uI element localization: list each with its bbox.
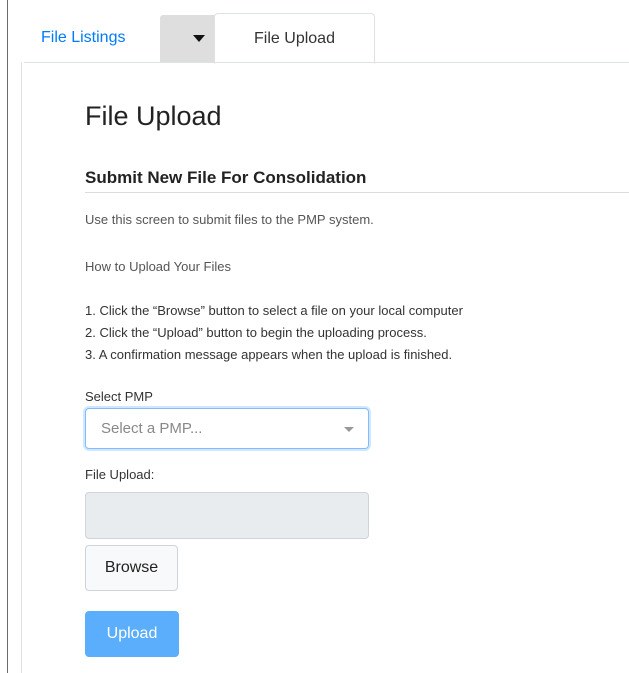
instruction-step: 3. A confirmation message appears when t… (85, 347, 453, 362)
instruction-step: 1. Click the “Browse” button to select a… (85, 303, 463, 318)
instruction-step: 2. Click the “Upload” button to begin th… (85, 325, 427, 340)
browse-button[interactable]: Browse (85, 545, 178, 591)
pmp-select-placeholder: Select a PMP... (101, 420, 203, 437)
window-edge (7, 0, 8, 673)
intro-text: Use this screen to submit files to the P… (85, 212, 374, 227)
file-upload-label: File Upload: (85, 467, 155, 482)
tab-file-upload[interactable]: File Upload (214, 13, 375, 64)
tab-file-upload-label: File Upload (254, 29, 335, 47)
file-path-field (85, 492, 369, 539)
chevron-down-icon (344, 427, 354, 432)
caret-down-icon (192, 35, 205, 42)
page-title: File Upload (85, 101, 222, 131)
upload-button[interactable]: Upload (85, 611, 179, 657)
howto-heading: How to Upload Your Files (85, 259, 231, 274)
instruction-list: 1. Click the “Browse” button to select a… (85, 300, 463, 366)
tab-bar: File Listings File Upload (24, 13, 629, 64)
pmp-select-label: Select PMP (85, 389, 153, 404)
section-divider (85, 192, 629, 193)
pmp-select[interactable]: Select a PMP... (85, 408, 369, 449)
section-title: Submit New File For Consolidation (85, 168, 367, 187)
tab-file-listings-label: File Listings (41, 29, 126, 46)
tab-file-listings[interactable]: File Listings (24, 13, 168, 63)
